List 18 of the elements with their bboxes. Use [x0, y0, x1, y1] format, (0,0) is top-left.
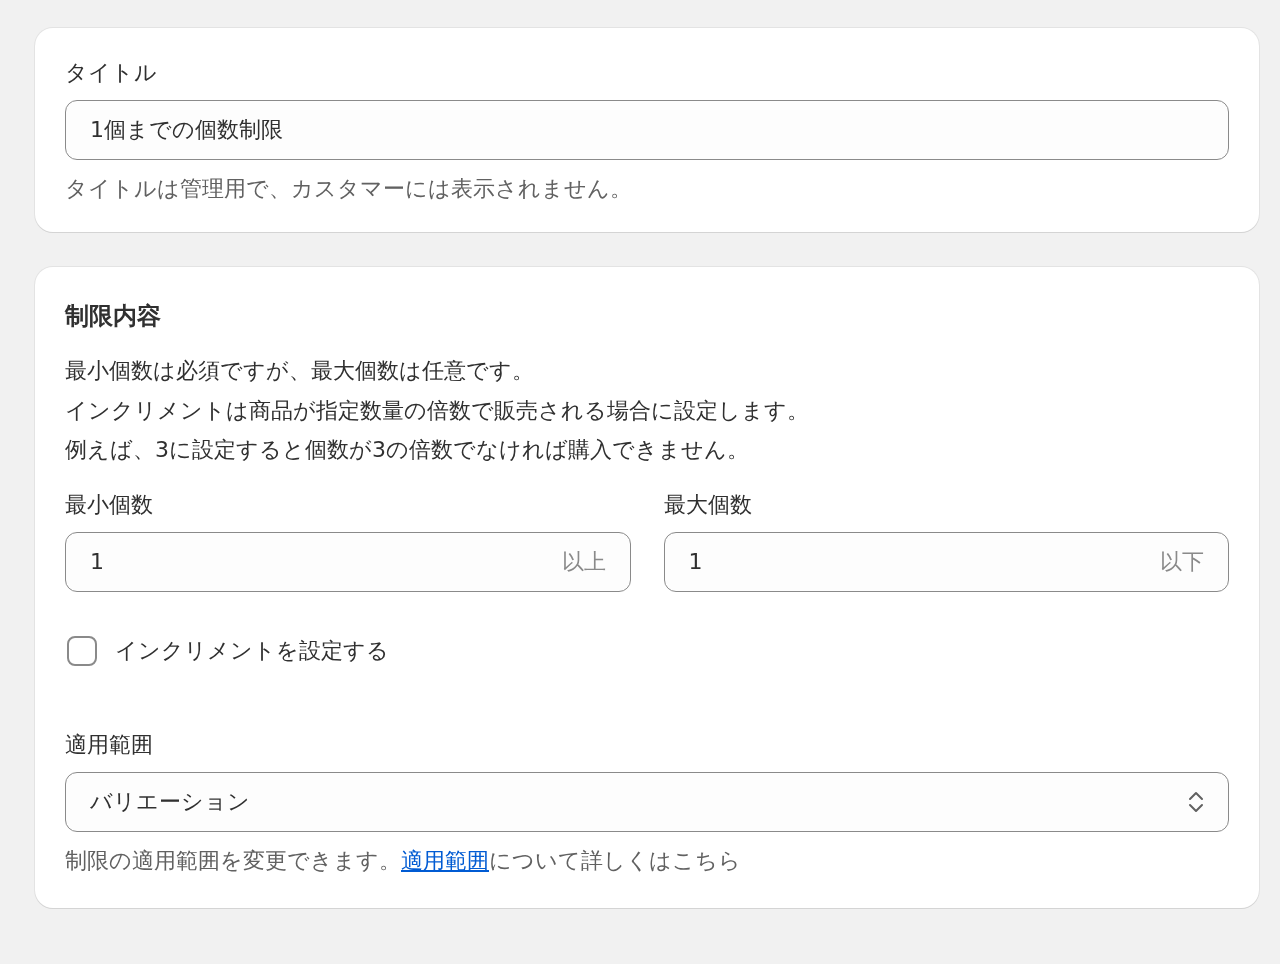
- field-label: 適用範囲: [65, 730, 153, 759]
- chevron-updown-icon: [1188, 789, 1204, 814]
- title-input[interactable]: 1個までの個数制限: [65, 100, 1229, 160]
- number-input[interactable]: 1 以上: [65, 531, 631, 592]
- field-label: 最小個数: [65, 490, 153, 519]
- help-text: 制限の適用範囲を変更できます。適用範囲について詳しくはこちら: [65, 846, 741, 875]
- description-text: 最小個数は必須ですが、最大個数は任意です。: [65, 357, 534, 385]
- description-text: インクリメントは商品が指定数量の倍数で販売される場合に設定します。: [65, 396, 809, 425]
- field-label: 最大個数: [663, 490, 752, 519]
- help-text: タイトルは管理用で、カスタマーには表示されません。: [65, 175, 632, 203]
- section-heading: 制限内容: [65, 301, 161, 332]
- scope-select[interactable]: バリエーション: [65, 771, 1229, 832]
- number-input[interactable]: 1 以下: [663, 531, 1229, 592]
- description-text: 例えば、3に設定すると個数が3の倍数でなければ購入できません。: [65, 436, 749, 464]
- increment-checkbox[interactable]: [67, 635, 97, 666]
- link[interactable]: 適用範囲: [401, 847, 489, 873]
- checkbox-label: インクリメントを設定する: [115, 636, 389, 665]
- field-label: タイトル: [65, 59, 157, 87]
